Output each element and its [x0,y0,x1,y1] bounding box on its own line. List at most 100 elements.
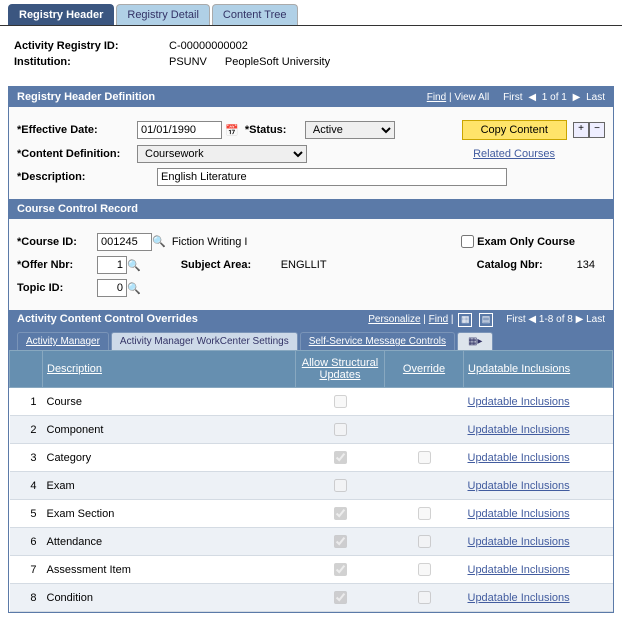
acco-next-arrow-icon[interactable]: ▶ [576,314,584,325]
registry-header-title: Registry Header Definition [17,91,155,103]
view-all-link[interactable]: View All [454,92,489,103]
effective-date-label: Effective Date: [17,124,137,136]
table-row: 4ExamUpdatable Inclusions [10,472,613,500]
col-blank [10,351,43,388]
table-row: 8Condition Updatable Inclusions [10,584,613,612]
row-description: Category [43,444,296,472]
offer-nbr-lookup-icon[interactable]: 🔍 [127,259,141,272]
next-arrow-icon[interactable]: ▶ [570,92,584,103]
download-icon[interactable]: ▤ [479,313,493,327]
updatable-inclusions-link[interactable]: Updatable Inclusions [468,396,570,408]
course-id-label: Course ID: [17,236,97,248]
topic-id-input[interactable] [97,279,127,297]
override-checkbox[interactable] [418,563,431,576]
description-label: Description: [17,171,137,183]
effective-date-input[interactable] [137,121,222,139]
row-number: 1 [10,388,43,416]
position-text: 1 of 1 [542,92,567,103]
delete-row-icon[interactable]: − [589,122,605,138]
row-number: 4 [10,472,43,500]
registry-header-definition-section: Registry Header Definition Find | View A… [8,86,614,613]
institution-code: PSUNV [169,56,207,68]
override-checkbox[interactable] [418,451,431,464]
allow-structural-checkbox[interactable] [334,479,347,492]
col-description[interactable]: Description [43,351,296,388]
row-number: 8 [10,584,43,612]
subtab-workcenter-settings[interactable]: Activity Manager WorkCenter Settings [111,332,298,350]
acco-prev-arrow-icon[interactable]: ◀ [528,314,536,325]
add-row-icon[interactable]: + [573,122,589,138]
acco-last-link[interactable]: Last [586,314,605,325]
offer-nbr-input[interactable] [97,256,127,274]
row-description: Exam Section [43,500,296,528]
subject-area-value: ENGLLIT [281,259,327,271]
acco-find-link[interactable]: Find [429,314,448,325]
subject-area-label: Subject Area: [181,259,281,271]
override-checkbox[interactable] [418,591,431,604]
allow-structural-checkbox[interactable] [334,507,347,520]
updatable-inclusions-link[interactable]: Updatable Inclusions [468,536,570,548]
status-label: Status: [245,124,305,136]
allow-structural-checkbox[interactable] [334,535,347,548]
content-definition-select[interactable]: Coursework [137,145,307,163]
course-control-title: Course Control Record [17,203,138,215]
allow-structural-checkbox[interactable] [334,563,347,576]
allow-structural-checkbox[interactable] [334,451,347,464]
table-row: 7Assessment ItemUpdatable Inclusions [10,556,613,584]
row-description: Condition [43,584,296,612]
exam-only-checkbox[interactable] [461,235,474,248]
offer-nbr-label: Offer Nbr: [17,259,97,271]
col-override[interactable]: Override [385,351,464,388]
overrides-table: Description Allow Structural Updates Ove… [9,350,613,612]
prev-arrow-icon[interactable]: ◀ [525,92,539,103]
zoom-icon[interactable]: ▦ [458,313,472,327]
description-input[interactable] [157,168,507,186]
tab-content-tree[interactable]: Content Tree [212,4,298,25]
topic-id-lookup-icon[interactable]: 🔍 [127,282,141,295]
catalog-nbr-value: 134 [577,259,595,271]
subtab-show-all-icon[interactable]: ▦▸ [457,332,493,350]
row-description: Course [43,388,296,416]
override-checkbox[interactable] [418,535,431,548]
override-checkbox[interactable] [418,507,431,520]
subtab-activity-manager[interactable]: Activity Manager [17,332,109,350]
updatable-inclusions-link[interactable]: Updatable Inclusions [468,424,570,436]
table-row: 6AttendanceUpdatable Inclusions [10,528,613,556]
calendar-icon[interactable]: 📅 [222,124,239,137]
allow-structural-checkbox[interactable] [334,395,347,408]
tab-registry-header[interactable]: Registry Header [8,4,114,25]
allow-structural-checkbox[interactable] [334,423,347,436]
table-row: 2ComponentUpdatable Inclusions [10,416,613,444]
allow-structural-checkbox[interactable] [334,591,347,604]
course-id-input[interactable] [97,233,152,251]
course-id-lookup-icon[interactable]: 🔍 [152,235,166,248]
copy-content-button[interactable]: Copy Content [462,120,567,140]
col-updatable-inclusions[interactable]: Updatable Inclusions [464,351,613,388]
updatable-inclusions-link[interactable]: Updatable Inclusions [468,592,570,604]
registry-header-nav: Find | View All First ◀ 1 of 1 ▶ Last [427,92,605,103]
find-link[interactable]: Find [427,92,446,103]
institution-label: Institution: [14,56,169,68]
tab-registry-detail[interactable]: Registry Detail [116,4,210,25]
updatable-inclusions-link[interactable]: Updatable Inclusions [468,452,570,464]
acco-first-link[interactable]: First [506,314,525,325]
row-number: 6 [10,528,43,556]
updatable-inclusions-link[interactable]: Updatable Inclusions [468,564,570,576]
acco-title: Activity Content Control Overrides [17,313,198,327]
topic-id-label: Topic ID: [17,282,97,294]
catalog-nbr-label: Catalog Nbr: [477,259,577,271]
institution-name: PeopleSoft University [225,56,330,68]
personalize-link[interactable]: Personalize [368,314,420,325]
subtab-self-service-message[interactable]: Self-Service Message Controls [300,332,455,350]
updatable-inclusions-link[interactable]: Updatable Inclusions [468,508,570,520]
col-allow-structural[interactable]: Allow Structural Updates [296,351,385,388]
status-select[interactable]: Active [305,121,395,139]
last-link[interactable]: Last [586,92,605,103]
row-number: 3 [10,444,43,472]
related-courses-link[interactable]: Related Courses [473,148,555,160]
updatable-inclusions-link[interactable]: Updatable Inclusions [468,480,570,492]
row-description: Assessment Item [43,556,296,584]
first-link[interactable]: First [503,92,522,103]
header-info: Activity Registry ID: C-00000000002 Inst… [0,26,622,82]
activity-registry-id-label: Activity Registry ID: [14,40,169,52]
